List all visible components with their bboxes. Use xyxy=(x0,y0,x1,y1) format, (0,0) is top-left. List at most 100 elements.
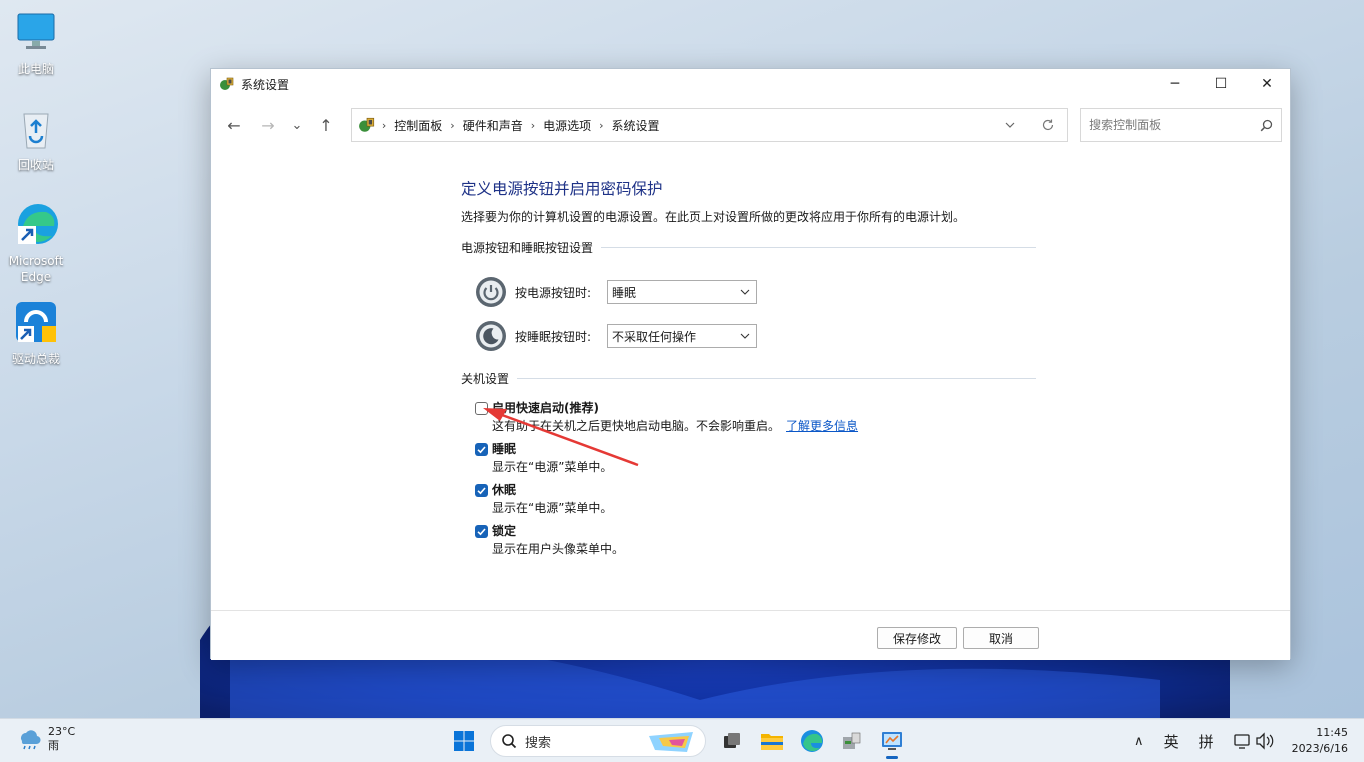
address-dropdown-button[interactable] xyxy=(991,110,1029,140)
desktop-icon-label: Microsoft Edge xyxy=(8,254,64,284)
option-lock: 锁定 显示在用户头像菜单中。 xyxy=(475,522,1036,558)
breadcrumb-separator: › xyxy=(530,118,536,132)
input-language-indicator[interactable]: 英 xyxy=(1154,731,1189,752)
recent-locations-button[interactable]: ⌄ xyxy=(283,110,311,140)
breadcrumb-separator: › xyxy=(599,118,604,132)
option-description: 这有助于在关机之后更快地启动电脑。不会影响重启。 了解更多信息 xyxy=(492,419,859,433)
weather-condition: 雨 xyxy=(48,739,59,752)
option-sleep: 睡眠 显示在“电源”菜单中。 xyxy=(475,440,1036,476)
chevron-down-icon xyxy=(740,289,750,295)
power-button-action-select[interactable]: 睡眠 xyxy=(607,280,757,304)
forward-button[interactable]: → xyxy=(253,110,283,140)
edge-taskbar-button[interactable] xyxy=(792,723,832,759)
device-manager-icon xyxy=(843,732,861,749)
option-title: 休眠 xyxy=(492,483,517,497)
breadcrumb-hardware-sound[interactable]: 硬件和声音 xyxy=(463,117,523,134)
dialog-footer: 保存修改 取消 xyxy=(211,610,1290,660)
checkmark-icon xyxy=(477,446,486,454)
system-settings-window: 系统设置 ─ ☐ ✕ ← → ⌄ ↑ › 控制面板 › 硬件和声音 › 电源选项… xyxy=(210,68,1291,660)
chevron-down-icon xyxy=(740,333,750,339)
start-button[interactable] xyxy=(444,723,484,759)
refresh-icon xyxy=(1043,119,1054,131)
file-explorer-button[interactable] xyxy=(752,723,792,759)
search-input[interactable] xyxy=(1089,118,1260,132)
clock-time: 11:45 xyxy=(1316,726,1348,739)
system-tray: ∧ 英 拼 11:45 2023/6/16 xyxy=(1124,719,1364,762)
address-row: ← → ⌄ ↑ › 控制面板 › 硬件和声音 › 电源选项 › 系统设置 xyxy=(211,99,1290,151)
power-options-icon xyxy=(220,77,234,90)
control-panel-icon xyxy=(882,732,902,750)
recycle-bin-icon xyxy=(23,113,49,149)
sleep-button-action-select[interactable]: 不采取任何操作 xyxy=(607,324,757,348)
device-tool-button[interactable] xyxy=(832,723,872,759)
taskbar-search-label: 搜索 xyxy=(525,735,552,751)
weather-widget[interactable]: 23°C 雨 xyxy=(16,725,75,753)
desktop-icon-label: 驱动总裁 xyxy=(11,352,60,366)
breadcrumb-separator: › xyxy=(381,118,387,132)
option-title: 启用快速启动(推荐) xyxy=(492,401,599,415)
control-panel-taskbar-button[interactable] xyxy=(872,723,912,759)
checkmark-icon xyxy=(477,528,486,536)
back-button[interactable]: ← xyxy=(219,110,249,140)
taskbar-apps: 搜索 xyxy=(444,723,912,759)
window-title: 系统设置 xyxy=(241,77,290,92)
close-button[interactable]: ✕ xyxy=(1244,69,1290,99)
section-power-buttons: 电源按钮和睡眠按钮设置 xyxy=(461,239,1036,256)
option-description: 显示在用户头像菜单中。 xyxy=(492,542,625,556)
chevron-down-icon xyxy=(1005,122,1015,128)
hibernate-checkbox[interactable] xyxy=(475,484,488,497)
network-volume-icon xyxy=(1233,732,1273,750)
select-value: 睡眠 xyxy=(612,285,637,300)
monitor-icon xyxy=(17,13,55,49)
checkmark-icon xyxy=(477,487,486,495)
desktop-icon-driver[interactable]: 驱动总裁 xyxy=(4,298,68,367)
up-button[interactable]: ↑ xyxy=(311,110,341,140)
breadcrumb-control-panel[interactable]: 控制面板 xyxy=(394,117,442,134)
refresh-button[interactable] xyxy=(1029,110,1067,140)
network-volume-button[interactable] xyxy=(1224,732,1284,750)
save-changes-button[interactable]: 保存修改 xyxy=(877,627,957,649)
clock[interactable]: 11:45 2023/6/16 xyxy=(1284,725,1364,757)
rain-cloud-icon xyxy=(21,730,41,750)
ime-mode-indicator[interactable]: 拼 xyxy=(1189,731,1224,752)
weather-temperature: 23°C xyxy=(48,725,76,738)
section-divider xyxy=(517,378,1036,379)
edge-icon xyxy=(801,730,823,752)
sleep-checkbox[interactable] xyxy=(475,443,488,456)
sleep-button-label: 按睡眠按钮时: xyxy=(515,329,592,344)
option-fast-startup: 启用快速启动(推荐) 这有助于在关机之后更快地启动电脑。不会影响重启。 了解更多信… xyxy=(475,399,1036,435)
maximize-button[interactable]: ☐ xyxy=(1198,69,1244,99)
breadcrumb-system-settings[interactable]: 系统设置 xyxy=(612,117,660,134)
task-view-button[interactable] xyxy=(712,723,752,759)
option-title: 睡眠 xyxy=(492,442,517,456)
option-title: 锁定 xyxy=(492,524,517,538)
section-label: 电源按钮和睡眠按钮设置 xyxy=(461,241,594,255)
windows-logo-icon xyxy=(454,731,474,751)
driver-tool-icon xyxy=(16,302,56,342)
minimize-button[interactable]: ─ xyxy=(1152,69,1198,99)
desktop-icon-label: 此电脑 xyxy=(17,62,54,76)
page-description: 选择要为你的计算机设置的电源设置。在此页上对设置所做的更改将应用于你所有的电源计… xyxy=(461,210,966,224)
main-content: 定义电源按钮并启用密码保护 选择要为你的计算机设置的电源设置。在此页上对设置所做… xyxy=(461,177,1036,558)
taskbar-search[interactable]: 搜索 xyxy=(490,725,706,757)
desktop-icon-recycle-bin[interactable]: 回收站 xyxy=(4,104,68,173)
desktop-icon-this-pc[interactable]: 此电脑 xyxy=(4,8,68,77)
address-bar[interactable]: › 控制面板 › 硬件和声音 › 电源选项 › 系统设置 xyxy=(350,108,1069,142)
power-button-row: 按电源按钮时: 睡眠 xyxy=(475,270,1036,314)
show-hidden-icons-button[interactable]: ∧ xyxy=(1124,734,1154,749)
fast-startup-checkbox[interactable] xyxy=(475,402,488,415)
breadcrumb-power-options[interactable]: 电源选项 xyxy=(543,117,591,134)
lock-checkbox[interactable] xyxy=(475,525,488,538)
desktop-icon-edge[interactable]: Microsoft Edge xyxy=(4,200,68,285)
power-button-label: 按电源按钮时: xyxy=(515,285,592,300)
select-value: 不采取任何操作 xyxy=(612,329,697,344)
control-panel-search[interactable] xyxy=(1080,108,1282,142)
learn-more-link[interactable]: 了解更多信息 xyxy=(786,419,858,433)
title-bar[interactable]: 系统设置 ─ ☐ ✕ xyxy=(211,69,1290,99)
folder-icon xyxy=(761,734,783,750)
edge-icon xyxy=(18,204,58,244)
cancel-button[interactable]: 取消 xyxy=(963,627,1039,649)
search-icon xyxy=(502,734,517,749)
search-icon[interactable] xyxy=(1260,119,1273,132)
desktop-icon-label: 回收站 xyxy=(17,158,54,172)
